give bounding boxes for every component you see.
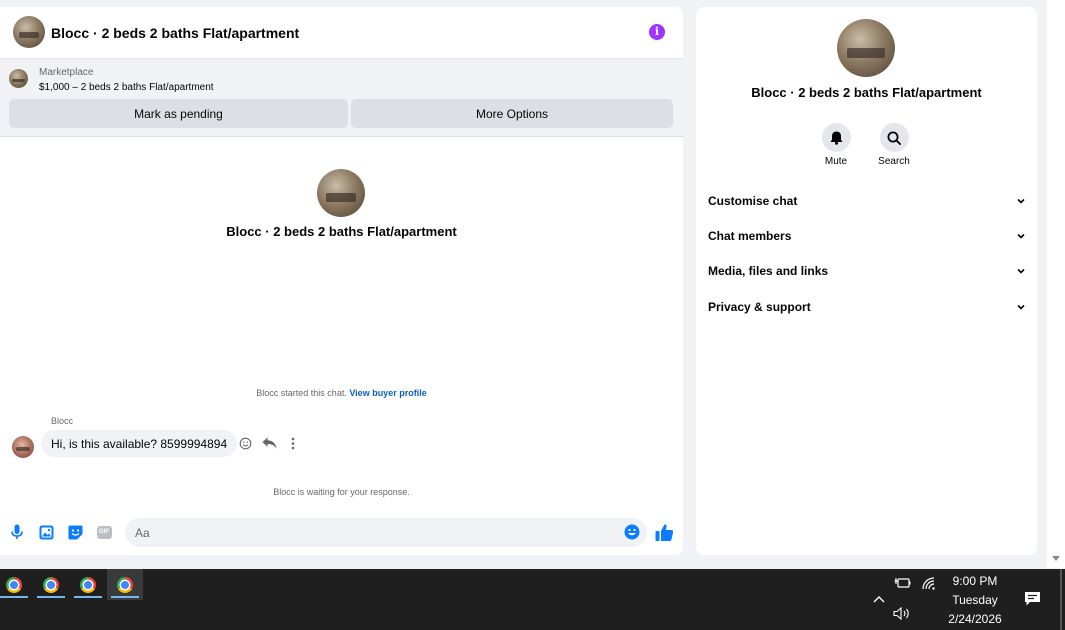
- marketplace-bar: Marketplace $1,000 – 2 beds 2 baths Flat…: [0, 59, 683, 137]
- mute-button[interactable]: Mute: [814, 123, 858, 167]
- chrome-icon: [117, 576, 133, 593]
- gif-icon[interactable]: GIF: [96, 524, 112, 540]
- taskbar-chrome-1[interactable]: [0, 569, 32, 600]
- section-chat-members[interactable]: Chat members: [708, 225, 1026, 247]
- mute-label: Mute: [824, 156, 848, 167]
- section-media-files-links[interactable]: Media, files and links: [708, 260, 1026, 282]
- section-customise-chat[interactable]: Customise chat: [708, 190, 1026, 212]
- microphone-icon[interactable]: [9, 524, 25, 540]
- scroll-down-arrow-icon[interactable]: [1052, 556, 1060, 561]
- marketplace-listing-thumbnail[interactable]: [9, 69, 28, 88]
- marketplace-label: Marketplace: [39, 67, 94, 78]
- chrome-icon: [80, 576, 96, 593]
- section-label: Media, files and links: [708, 264, 829, 278]
- chat-title[interactable]: Blocc · 2 beds 2 baths Flat/apartment: [51, 25, 299, 41]
- chevron-down-icon: [1017, 304, 1025, 310]
- chat-info-panel: Blocc · 2 beds 2 baths Flat/apartment Mu…: [696, 7, 1037, 555]
- chat-started-notice: Blocc started this chat. View buyer prof…: [0, 388, 683, 398]
- section-label: Chat members: [708, 229, 792, 243]
- search-label: Search: [878, 156, 910, 167]
- taskbar-chrome-2[interactable]: [33, 569, 69, 600]
- emoji-icon[interactable]: [624, 524, 640, 540]
- chat-panel: Blocc · 2 beds 2 baths Flat/apartment i …: [0, 7, 683, 555]
- message-input-wrapper: [125, 518, 647, 547]
- mark-as-pending-button[interactable]: Mark as pending: [9, 99, 348, 128]
- section-label: Privacy & support: [708, 300, 811, 314]
- chevron-down-icon: [1017, 198, 1025, 204]
- sender-avatar[interactable]: [12, 436, 34, 458]
- info-title: Blocc · 2 beds 2 baths Flat/apartment: [751, 85, 982, 100]
- listing-avatar[interactable]: [13, 16, 45, 48]
- message-sender-name: Blocc: [51, 416, 74, 426]
- sticker-icon[interactable]: [67, 524, 83, 540]
- taskbar: 9:00 PM Tuesday 2/24/2026: [0, 569, 1065, 630]
- message-bubble[interactable]: Hi, is this available? 8599994894: [41, 430, 238, 457]
- chevron-up-icon[interactable]: [871, 591, 887, 607]
- conversation-title: Blocc · 2 beds 2 baths Flat/apartment: [226, 224, 457, 239]
- clock-date[interactable]: 2/24/2026: [935, 612, 1015, 626]
- chevron-down-icon: [1017, 268, 1025, 274]
- taskbar-chrome-3[interactable]: [70, 569, 106, 600]
- search-icon: [879, 123, 909, 152]
- react-emoji-icon[interactable]: [237, 435, 253, 451]
- chevron-down-icon: [1017, 233, 1025, 239]
- info-avatar[interactable]: [837, 19, 895, 77]
- info-icon[interactable]: i: [649, 24, 665, 40]
- clock-time[interactable]: 9:00 PM: [935, 574, 1015, 588]
- chat-header: Blocc · 2 beds 2 baths Flat/apartment i: [0, 7, 683, 59]
- section-privacy-support[interactable]: Privacy & support: [708, 296, 1026, 318]
- gif-label: GIF: [96, 525, 112, 539]
- reply-icon[interactable]: [261, 435, 277, 451]
- battery-icon[interactable]: [893, 575, 911, 591]
- conversation-avatar[interactable]: [317, 169, 365, 217]
- waiting-response-notice: Blocc is waiting for your response.: [273, 487, 410, 497]
- search-button[interactable]: Search: [872, 123, 916, 167]
- chrome-icon: [43, 576, 59, 593]
- taskbar-chrome-4[interactable]: [107, 569, 143, 600]
- section-label: Customise chat: [708, 194, 798, 208]
- bell-icon: [821, 123, 851, 152]
- clock-day[interactable]: Tuesday: [935, 593, 1015, 607]
- more-options-button[interactable]: More Options: [351, 99, 673, 128]
- message-composer: GIF: [0, 518, 683, 548]
- message-input[interactable]: [135, 524, 605, 541]
- thumbs-up-icon[interactable]: [655, 523, 674, 542]
- notification-icon[interactable]: [1024, 591, 1042, 607]
- chat-started-text: Blocc started this chat.: [256, 388, 347, 398]
- view-buyer-profile-link[interactable]: View buyer profile: [349, 388, 426, 398]
- listing-summary[interactable]: $1,000 – 2 beds 2 baths Flat/apartment: [39, 82, 214, 93]
- message-actions: [237, 435, 301, 451]
- more-vertical-icon[interactable]: [285, 435, 301, 451]
- show-desktop-button[interactable]: [1060, 569, 1062, 630]
- photo-icon[interactable]: [38, 524, 54, 540]
- chrome-icon: [6, 576, 22, 593]
- page-scrollbar[interactable]: [1047, 0, 1065, 568]
- volume-icon[interactable]: [893, 605, 911, 621]
